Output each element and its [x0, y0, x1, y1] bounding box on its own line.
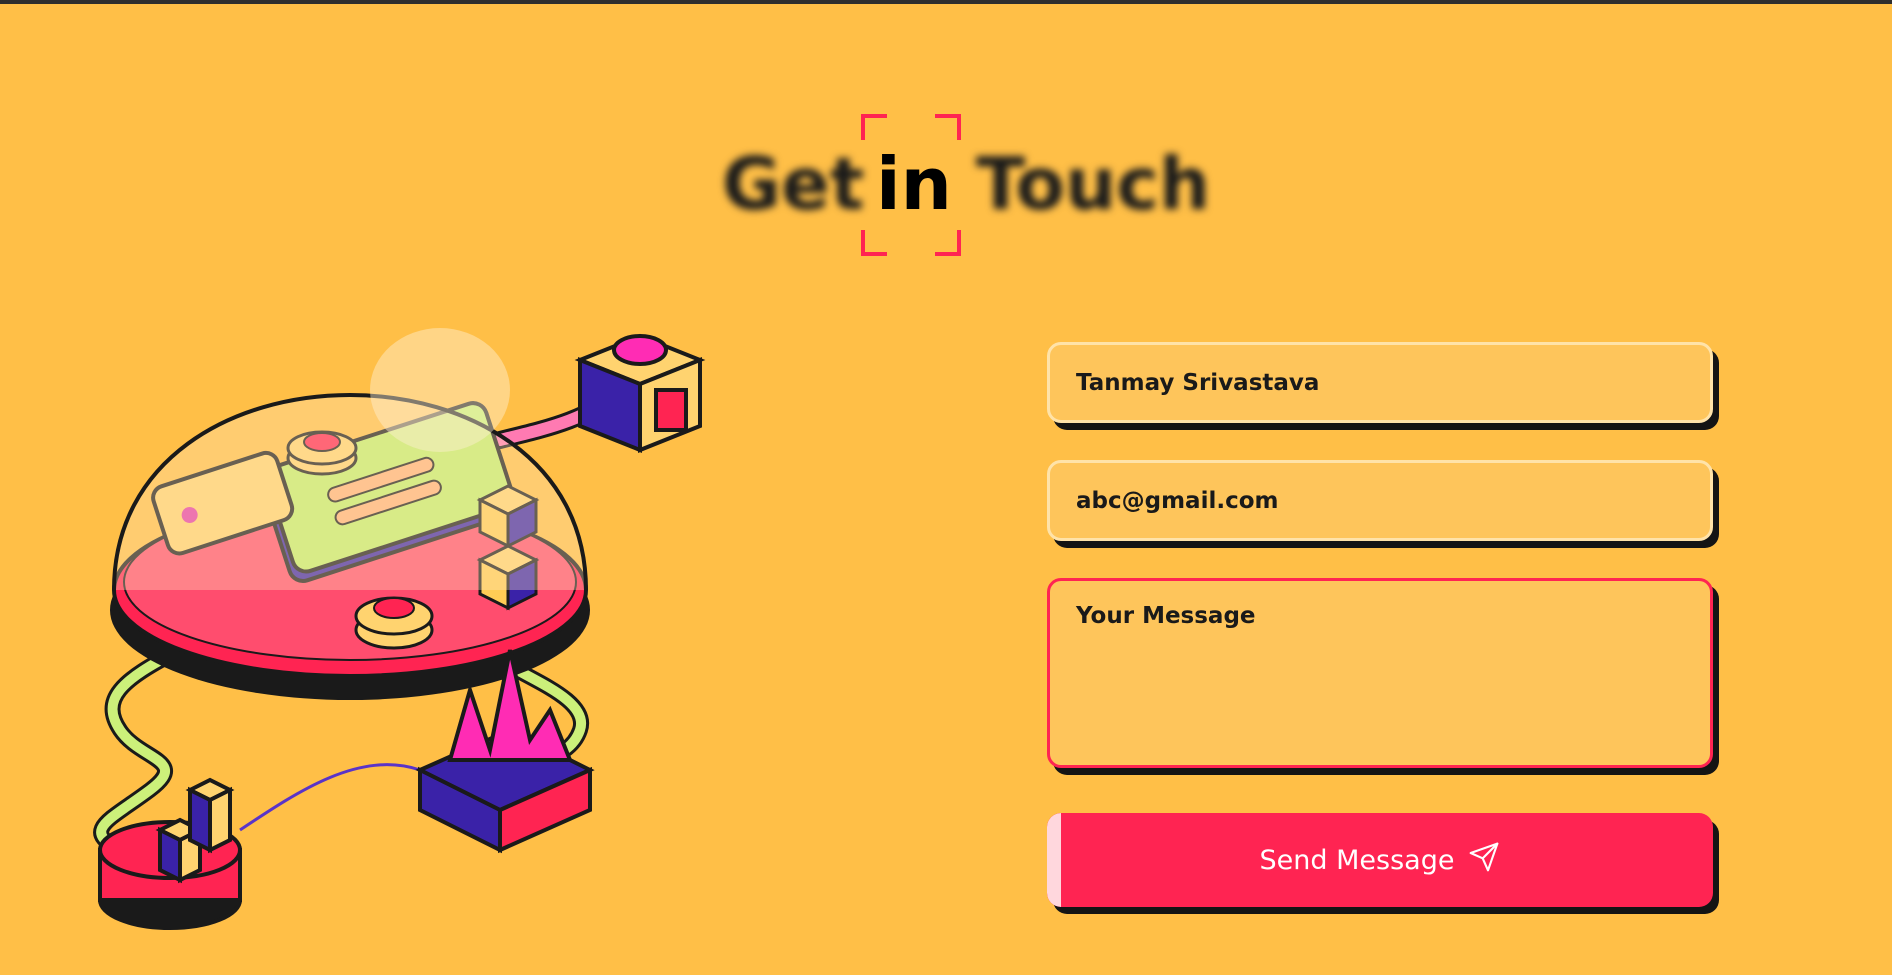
heading-word-get: Get [722, 142, 865, 226]
heading-word-in: in [876, 142, 952, 226]
focus-bracket-top-right [935, 114, 961, 140]
contact-form: Send Message [1047, 342, 1713, 907]
heading-word-touch: Touch [976, 142, 1211, 226]
focus-bracket-bottom-left [861, 230, 887, 256]
focus-bracket-bottom-right [935, 230, 961, 256]
message-textarea[interactable] [1047, 578, 1713, 768]
focus-bracket-top-left [861, 114, 887, 140]
isometric-dome-illustration [93, 328, 706, 930]
hero-illustration [60, 290, 720, 960]
name-input[interactable] [1047, 342, 1713, 423]
top-strip [0, 0, 1892, 4]
send-message-label: Send Message [1259, 844, 1455, 876]
message-field-wrapper [1047, 578, 1713, 768]
button-edge-highlight [1047, 813, 1061, 907]
page-heading: Get in Touch [0, 110, 1892, 260]
email-input[interactable] [1047, 460, 1713, 541]
send-message-button[interactable]: Send Message [1047, 813, 1713, 907]
send-plane-icon [1468, 841, 1500, 880]
